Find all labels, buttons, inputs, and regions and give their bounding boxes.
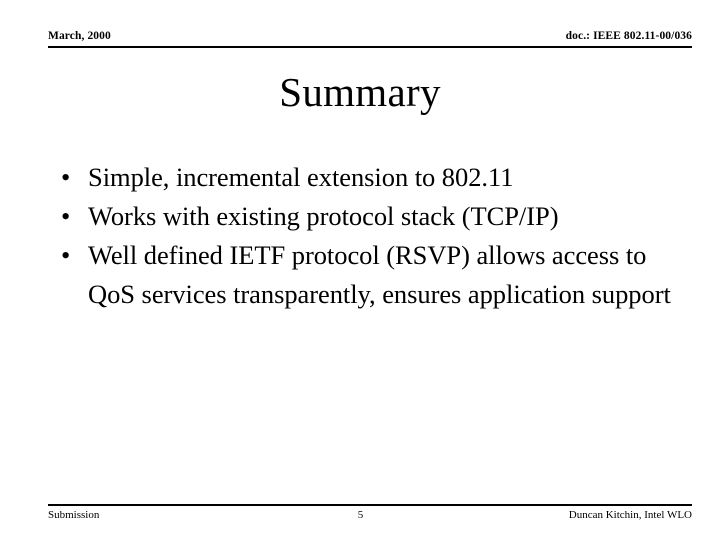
bullet-text: Simple, incremental extension to 802.11 xyxy=(88,162,514,192)
slide-title: Summary xyxy=(279,69,441,115)
list-item: • Simple, incremental extension to 802.1… xyxy=(50,158,680,197)
slide-footer: Submission 5 Duncan Kitchin, Intel WLO xyxy=(48,509,692,525)
list-item: • Works with existing protocol stack (TC… xyxy=(50,197,680,236)
header-divider-rule xyxy=(48,46,692,48)
bullet-point-icon: • xyxy=(61,162,71,192)
bullet-point-icon: • xyxy=(61,201,71,231)
header-date: March, 2000 xyxy=(48,30,111,42)
footer-author-affiliation: Duncan Kitchin, Intel WLO xyxy=(568,509,692,521)
slide-body-bullet-list: • Simple, incremental extension to 802.1… xyxy=(50,158,680,314)
slide-canvas: March, 2000 doc.: IEEE 802.11-00/036 Sum… xyxy=(0,0,720,540)
bullet-text: Well defined IETF protocol (RSVP) allows… xyxy=(88,240,671,309)
header-document-number: doc.: IEEE 802.11-00/036 xyxy=(565,30,692,42)
list-item: • Well defined IETF protocol (RSVP) allo… xyxy=(50,236,680,314)
bullet-text: Works with existing protocol stack (TCP/… xyxy=(88,201,559,231)
bullet-point-icon: • xyxy=(61,240,71,270)
footer-divider-rule xyxy=(48,504,692,506)
